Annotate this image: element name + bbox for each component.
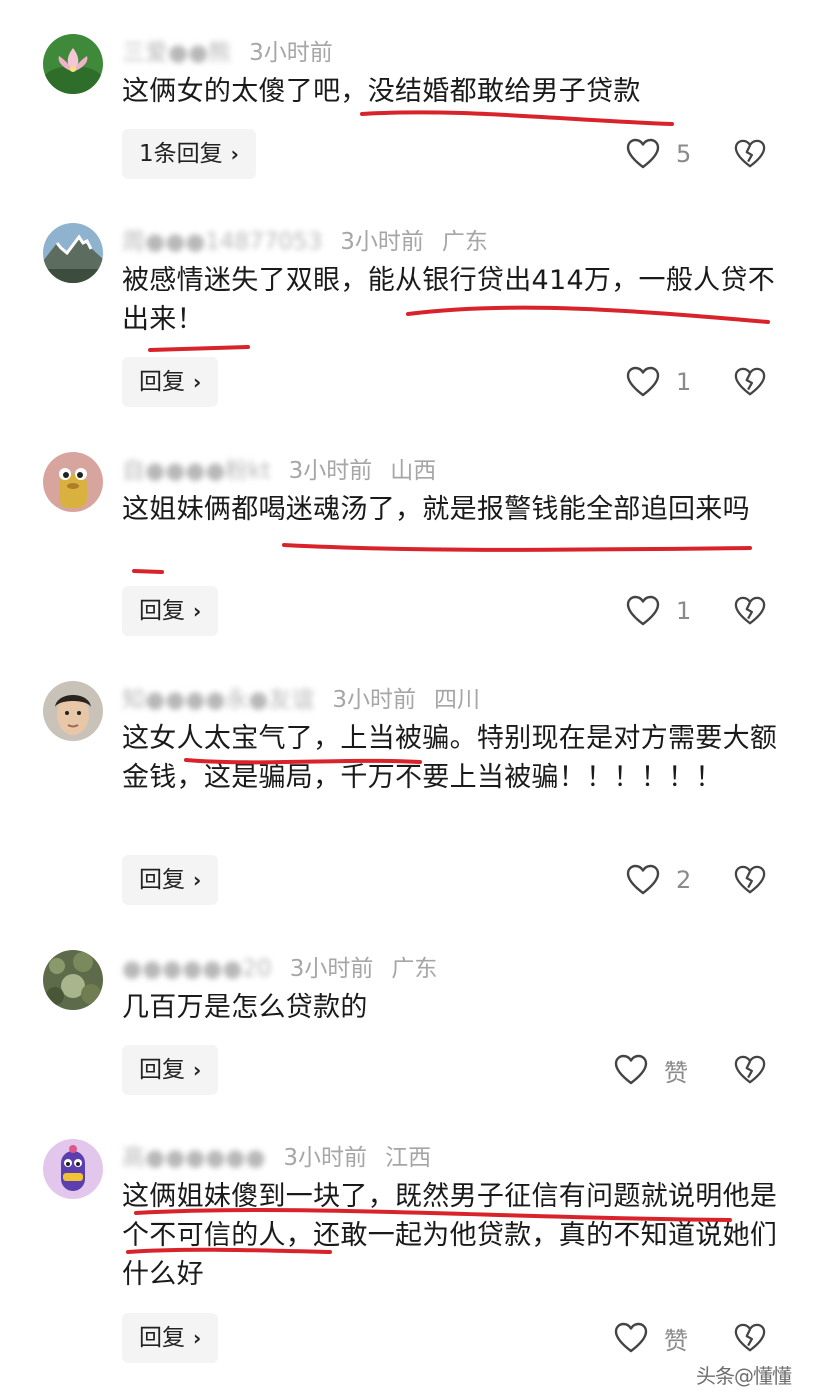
- heart-outline-icon: [626, 138, 660, 169]
- username[interactable]: 三爱●●熊: [122, 38, 231, 68]
- comment-meta: ●●●●●●20 3小时前 广东: [122, 954, 437, 984]
- username[interactable]: 自●●●●粉kt: [122, 456, 271, 486]
- timestamp: 3小时前: [249, 40, 333, 66]
- reply-label: 回复: [139, 598, 185, 624]
- dislike-button[interactable]: [734, 1313, 768, 1363]
- comment-text: 几百万是怎么贷款的: [122, 992, 368, 1023]
- username[interactable]: 高●●●●●●: [122, 1143, 265, 1173]
- reply-button[interactable]: 回复 ›: [122, 357, 219, 407]
- location: 江西: [385, 1145, 432, 1171]
- chevron-right-icon: ›: [230, 142, 239, 166]
- chevron-right-icon: ›: [193, 1058, 202, 1082]
- location: 山西: [390, 458, 437, 484]
- comment-text: 这俩姐妹傻到一块了，既然男子征信有问题就说明他是个不可信的人，还敢一起为他贷款，…: [122, 1181, 778, 1290]
- timestamp: 3小时前: [340, 229, 424, 255]
- dislike-button[interactable]: [734, 357, 768, 407]
- username[interactable]: 周●●●14877053: [122, 227, 322, 257]
- heart-outline-icon: [614, 1322, 648, 1353]
- reply-label: 回复: [139, 867, 185, 893]
- comment-text: 被感情迷失了双眼，能从银行贷出414万，一般人贷不出来！: [122, 265, 776, 335]
- like-button[interactable]: 赞: [614, 1045, 704, 1095]
- broken-heart-icon: [734, 1055, 766, 1084]
- like-count: 1: [676, 597, 692, 625]
- reply-button[interactable]: 回复 ›: [122, 1045, 219, 1095]
- reply-button[interactable]: 回复 ›: [122, 855, 219, 905]
- like-count: 5: [676, 140, 692, 168]
- reply-label: 回复: [139, 1325, 185, 1351]
- comment-meta: 知●●●●永●友谊 3小时前 四川: [122, 685, 480, 715]
- reply-label: 回复: [139, 369, 185, 395]
- comment-text: 这姐妹俩都喝迷魂汤了，就是报警钱能全部追回来吗: [122, 494, 750, 525]
- like-button[interactable]: 2: [626, 855, 716, 905]
- like-button[interactable]: 1: [626, 586, 716, 636]
- like-button[interactable]: 1: [626, 357, 716, 407]
- like-count: 1: [676, 368, 692, 396]
- avatar[interactable]: [43, 950, 103, 1010]
- chevron-right-icon: ›: [193, 868, 202, 892]
- avatar[interactable]: [43, 223, 103, 283]
- reply-button[interactable]: 回复 ›: [122, 1313, 219, 1363]
- comment-text: 这女人太宝气了，上当被骗。特别现在是对方需要大额金钱，这是骗局，千万不要上当被骗…: [122, 723, 778, 793]
- chevron-right-icon: ›: [193, 1326, 202, 1350]
- watermark: 头条@懂懂: [696, 1364, 792, 1388]
- reply-button[interactable]: 1条回复 ›: [122, 129, 256, 179]
- heart-outline-icon: [626, 366, 660, 397]
- heart-outline-icon: [626, 595, 660, 626]
- avatar[interactable]: [43, 452, 103, 512]
- timestamp: 3小时前: [289, 956, 374, 982]
- comment-meta: 高●●●●●● 3小时前 江西: [122, 1143, 431, 1173]
- timestamp: 3小时前: [288, 458, 373, 484]
- username[interactable]: 知●●●●永●友谊: [122, 685, 314, 715]
- like-count: 赞: [664, 1326, 688, 1355]
- location: 广东: [441, 229, 488, 255]
- username[interactable]: ●●●●●●20: [122, 954, 272, 984]
- broken-heart-icon: [734, 865, 766, 894]
- broken-heart-icon: [734, 1323, 766, 1352]
- broken-heart-icon: [734, 139, 766, 168]
- avatar[interactable]: [43, 1139, 103, 1199]
- comment-meta: 三爱●●熊 3小时前: [122, 38, 351, 68]
- dislike-button[interactable]: [734, 129, 768, 179]
- heart-outline-icon: [626, 864, 660, 895]
- chevron-right-icon: ›: [193, 599, 202, 623]
- timestamp: 3小时前: [283, 1145, 368, 1171]
- broken-heart-icon: [734, 367, 766, 396]
- location: 广东: [391, 956, 438, 982]
- like-button[interactable]: 赞: [614, 1313, 704, 1363]
- avatar[interactable]: [43, 34, 103, 94]
- timestamp: 3小时前: [332, 687, 416, 713]
- reply-label: 回复: [139, 1057, 185, 1083]
- avatar[interactable]: [43, 681, 103, 741]
- dislike-button[interactable]: [734, 855, 768, 905]
- chevron-right-icon: ›: [193, 370, 202, 394]
- heart-outline-icon: [614, 1054, 648, 1085]
- location: 四川: [434, 687, 480, 713]
- like-count: 赞: [664, 1058, 688, 1087]
- comment-meta: 周●●●14877053 3小时前 广东: [122, 227, 488, 257]
- reply-label: 1条回复: [139, 141, 223, 167]
- like-button[interactable]: 5: [626, 129, 716, 179]
- dislike-button[interactable]: [734, 1045, 768, 1095]
- reply-button[interactable]: 回复 ›: [122, 586, 219, 636]
- like-count: 2: [676, 866, 692, 894]
- comment-text: 这俩女的太傻了吧，没结婚都敢给男子贷款: [122, 76, 641, 107]
- dislike-button[interactable]: [734, 586, 768, 636]
- comment-meta: 自●●●●粉kt 3小时前 山西: [122, 456, 436, 486]
- broken-heart-icon: [734, 596, 766, 625]
